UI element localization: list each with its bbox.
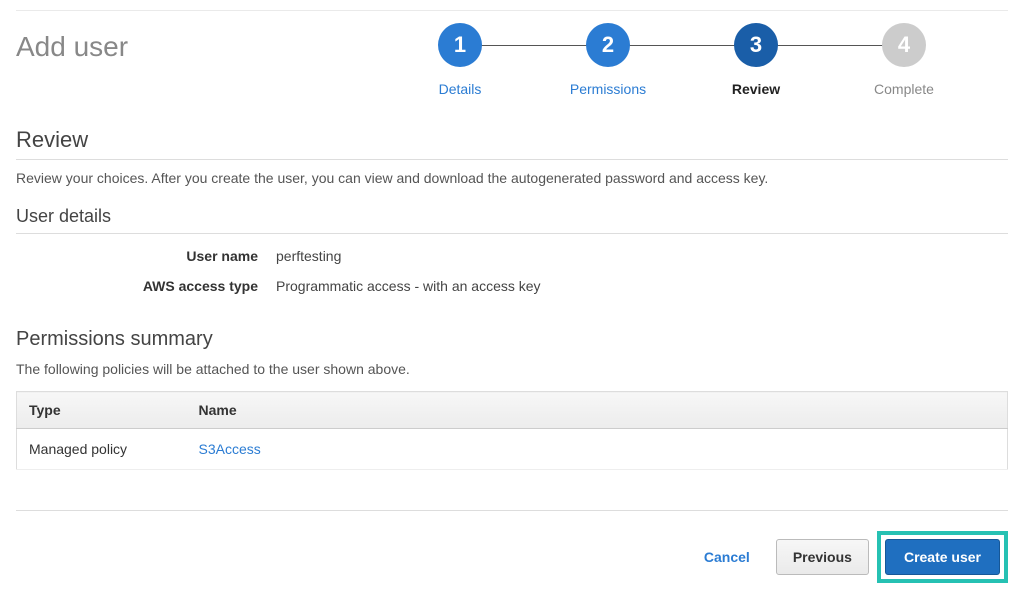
user-detail-row: User name perftesting [16, 248, 1008, 264]
step-details[interactable]: 1 Details [386, 23, 534, 97]
step-label[interactable]: Permissions [570, 81, 646, 97]
step-permissions[interactable]: 2 Permissions [534, 23, 682, 97]
cancel-button[interactable]: Cancel [686, 539, 768, 575]
policy-name-link[interactable]: S3Access [199, 441, 261, 457]
user-detail-key: AWS access type [16, 278, 276, 294]
user-details-heading: User details [16, 206, 1008, 234]
page-title: Add user [16, 23, 356, 63]
wizard-footer: Cancel Previous Create user [16, 510, 1008, 583]
step-label: Review [732, 81, 780, 97]
user-detail-value: perftesting [276, 248, 341, 264]
step-review: 3 Review [682, 23, 830, 97]
step-label[interactable]: Details [439, 81, 482, 97]
step-number-icon: 2 [586, 23, 630, 67]
permissions-description: The following policies will be attached … [16, 361, 1008, 377]
wizard-stepper: 1 Details 2 Permissions 3 Review 4 Compl… [356, 23, 1008, 97]
user-detail-row: AWS access type Programmatic access - wi… [16, 278, 1008, 294]
user-detail-key: User name [16, 248, 276, 264]
column-header-name[interactable]: Name [187, 392, 1008, 429]
step-number-icon: 3 [734, 23, 778, 67]
review-heading: Review [16, 127, 1008, 160]
permissions-heading: Permissions summary [16, 328, 1008, 351]
step-complete: 4 Complete [830, 23, 978, 97]
create-user-button[interactable]: Create user [885, 539, 1000, 575]
create-user-highlight: Create user [877, 531, 1008, 583]
permissions-table: Type Name Managed policy S3Access [16, 391, 1008, 470]
step-number-icon: 1 [438, 23, 482, 67]
review-description: Review your choices. After you create th… [16, 170, 1008, 186]
step-label: Complete [874, 81, 934, 97]
column-header-type[interactable]: Type [17, 392, 187, 429]
user-detail-value: Programmatic access - with an access key [276, 278, 541, 294]
policy-type: Managed policy [17, 429, 187, 470]
step-number-icon: 4 [882, 23, 926, 67]
table-row: Managed policy S3Access [17, 429, 1008, 470]
previous-button[interactable]: Previous [776, 539, 869, 575]
